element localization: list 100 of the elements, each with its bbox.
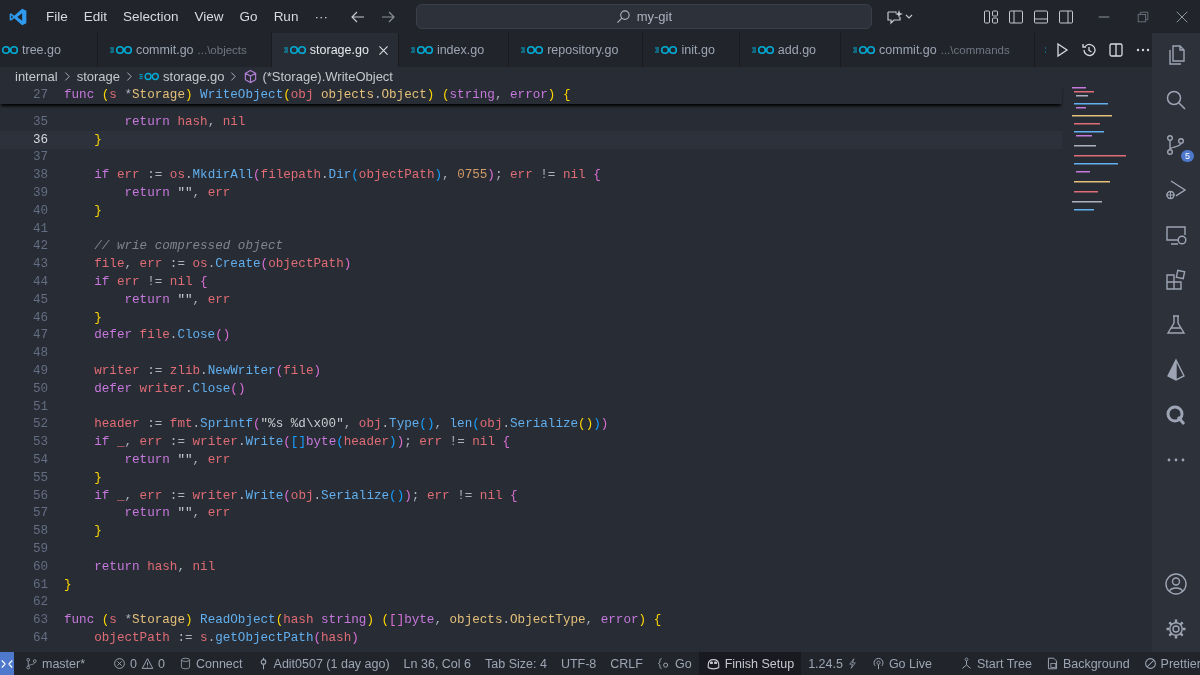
code-line: if err != nil {	[93, 275, 208, 290]
code-line: if _, err := writer.Write([]byte(header)); err != nil {	[93, 435, 511, 450]
editor-tab[interactable]: index.go	[398, 33, 510, 67]
code-line: return "", err	[123, 506, 231, 521]
line-number: 40	[31, 203, 48, 218]
settings-icon[interactable]	[1164, 617, 1188, 641]
line-number: 39	[31, 186, 48, 201]
editor-tab[interactable]: storage.go	[271, 33, 399, 67]
editor-tab[interactable]: commit.go ...\objects	[97, 33, 272, 67]
remote-button[interactable]	[0, 652, 14, 675]
history-icon[interactable]	[1081, 42, 1097, 58]
menu-item[interactable]: View	[186, 9, 232, 24]
warning-icon	[141, 657, 155, 670]
command-center-search[interactable]: my-git	[415, 4, 872, 29]
blame-status[interactable]: Adit0507 (1 day ago)	[249, 652, 397, 675]
line-number: 49	[31, 364, 48, 379]
broadcast-icon	[871, 657, 885, 670]
prettier-status[interactable]: Prettier	[1136, 652, 1200, 675]
branch-status[interactable]: master*	[18, 652, 93, 675]
problems-status[interactable]: 0 0	[106, 652, 172, 675]
menu-item[interactable]: Go	[231, 9, 266, 24]
text-status[interactable]: CRLF	[603, 652, 650, 675]
close-icon[interactable]	[376, 43, 390, 57]
chat-sparkle-icon[interactable]	[885, 8, 914, 25]
database-icon	[179, 657, 192, 670]
code-line: // wrie compressed object	[93, 239, 284, 254]
flask-icon[interactable]	[1164, 313, 1188, 337]
line-number: 27	[31, 87, 48, 102]
breadcrumb-item[interactable]: (*Storage).WriteObject	[262, 68, 393, 84]
version-status[interactable]: 1.24.5	[801, 652, 865, 675]
go-file-icon	[0, 45, 18, 55]
code-line: objectPath := s.getObjectPath(hash)	[93, 631, 359, 645]
app-logo-icon[interactable]	[8, 6, 28, 27]
text-status[interactable]: Tab Size: 4	[478, 652, 554, 675]
language-status[interactable]: Go	[649, 652, 699, 675]
line-number: 57	[31, 506, 48, 521]
code-line: if err := os.MkdirAll(filepath.Dir(objectPath), 0755); err != nil {	[93, 168, 601, 183]
line-number: 36	[31, 132, 48, 147]
panel-toggle-icon[interactable]	[1033, 8, 1049, 25]
line-number: 56	[31, 488, 48, 503]
code-line: file, err := os.Create(objectPath)	[93, 257, 352, 272]
breadcrumb-item[interactable]: storage.go	[163, 68, 225, 84]
line-number: 53	[31, 435, 48, 450]
code-line: }	[93, 132, 102, 147]
code-line: return hash, nil	[93, 559, 216, 574]
triangle-icon[interactable]	[1164, 358, 1188, 382]
tree-status[interactable]: Start Tree	[953, 652, 1039, 675]
cube-icon	[243, 68, 259, 84]
code-line: func (s *Storage) ReadObject(hash string) ([]byte, objects.ObjectType, error) {	[64, 613, 662, 628]
line-number: 54	[31, 453, 48, 468]
sidebar-toggle-icon[interactable]	[1008, 8, 1024, 25]
go-file-icon	[751, 45, 774, 55]
text-status[interactable]: UTF-8	[553, 652, 604, 675]
breadcrumb-item[interactable]: storage	[76, 68, 120, 84]
editor-tab[interactable]: commit.go ...\commands	[841, 33, 1035, 67]
ring-icon[interactable]	[1164, 403, 1188, 427]
breadcrumb-item[interactable]: internal	[15, 68, 58, 84]
copilot-icon	[705, 656, 721, 671]
go-file-icon	[521, 45, 544, 55]
chevron-right-icon	[63, 70, 71, 82]
restore-icon[interactable]	[1136, 9, 1150, 24]
background-status[interactable]: Background	[1038, 652, 1137, 675]
chevron-right-icon	[230, 70, 238, 82]
line-number: 45	[31, 292, 48, 307]
go-file-icon	[655, 45, 678, 55]
menu-item[interactable]: Run	[265, 9, 307, 24]
live-status[interactable]: Go Live	[864, 652, 939, 675]
secondary-sidebar-icon[interactable]	[1058, 8, 1074, 25]
remote-explorer-icon[interactable]	[1164, 223, 1188, 247]
editor-tab[interactable]: add.go	[739, 33, 842, 67]
code-line: if _, err := writer.Write(obj.Serialize()); err != nil {	[93, 488, 518, 503]
go-file-icon	[283, 45, 306, 55]
line-number: 62	[31, 595, 48, 610]
line-number: 46	[31, 310, 48, 325]
editor-tab[interactable]: repository.go	[509, 33, 644, 67]
line-number: 64	[31, 631, 48, 645]
editor-tab[interactable]: tree.go	[0, 33, 98, 67]
menu-item[interactable]: File	[38, 9, 76, 24]
menu-item[interactable]: Selection	[115, 9, 187, 24]
copilot-status[interactable]: Finish Setup	[698, 652, 802, 675]
extensions-icon[interactable]	[1164, 268, 1188, 292]
line-number: 60	[31, 559, 48, 574]
search-icon[interactable]	[1164, 88, 1188, 112]
database-status[interactable]: Connect	[172, 652, 250, 675]
run-debug-icon[interactable]	[1164, 178, 1188, 202]
code-line: defer file.Close()	[93, 328, 231, 343]
notification-badge: 5	[1181, 150, 1194, 162]
text-status[interactable]: Ln 36, Col 6	[396, 652, 479, 675]
go-file-icon	[139, 71, 159, 81]
line-number: 50	[31, 381, 48, 396]
layout-icon[interactable]	[983, 8, 999, 25]
line-number: 47	[31, 328, 48, 343]
close-icon[interactable]	[1175, 9, 1189, 24]
code-line: }	[93, 203, 102, 218]
run-icon[interactable]	[1054, 42, 1070, 58]
account-icon[interactable]	[1164, 572, 1188, 596]
split-editor-icon[interactable]	[1108, 42, 1124, 58]
editor-tab[interactable]: init.go	[643, 33, 740, 67]
more-menu-button[interactable]: ···	[306, 9, 336, 24]
menu-item[interactable]: Edit	[75, 9, 116, 24]
